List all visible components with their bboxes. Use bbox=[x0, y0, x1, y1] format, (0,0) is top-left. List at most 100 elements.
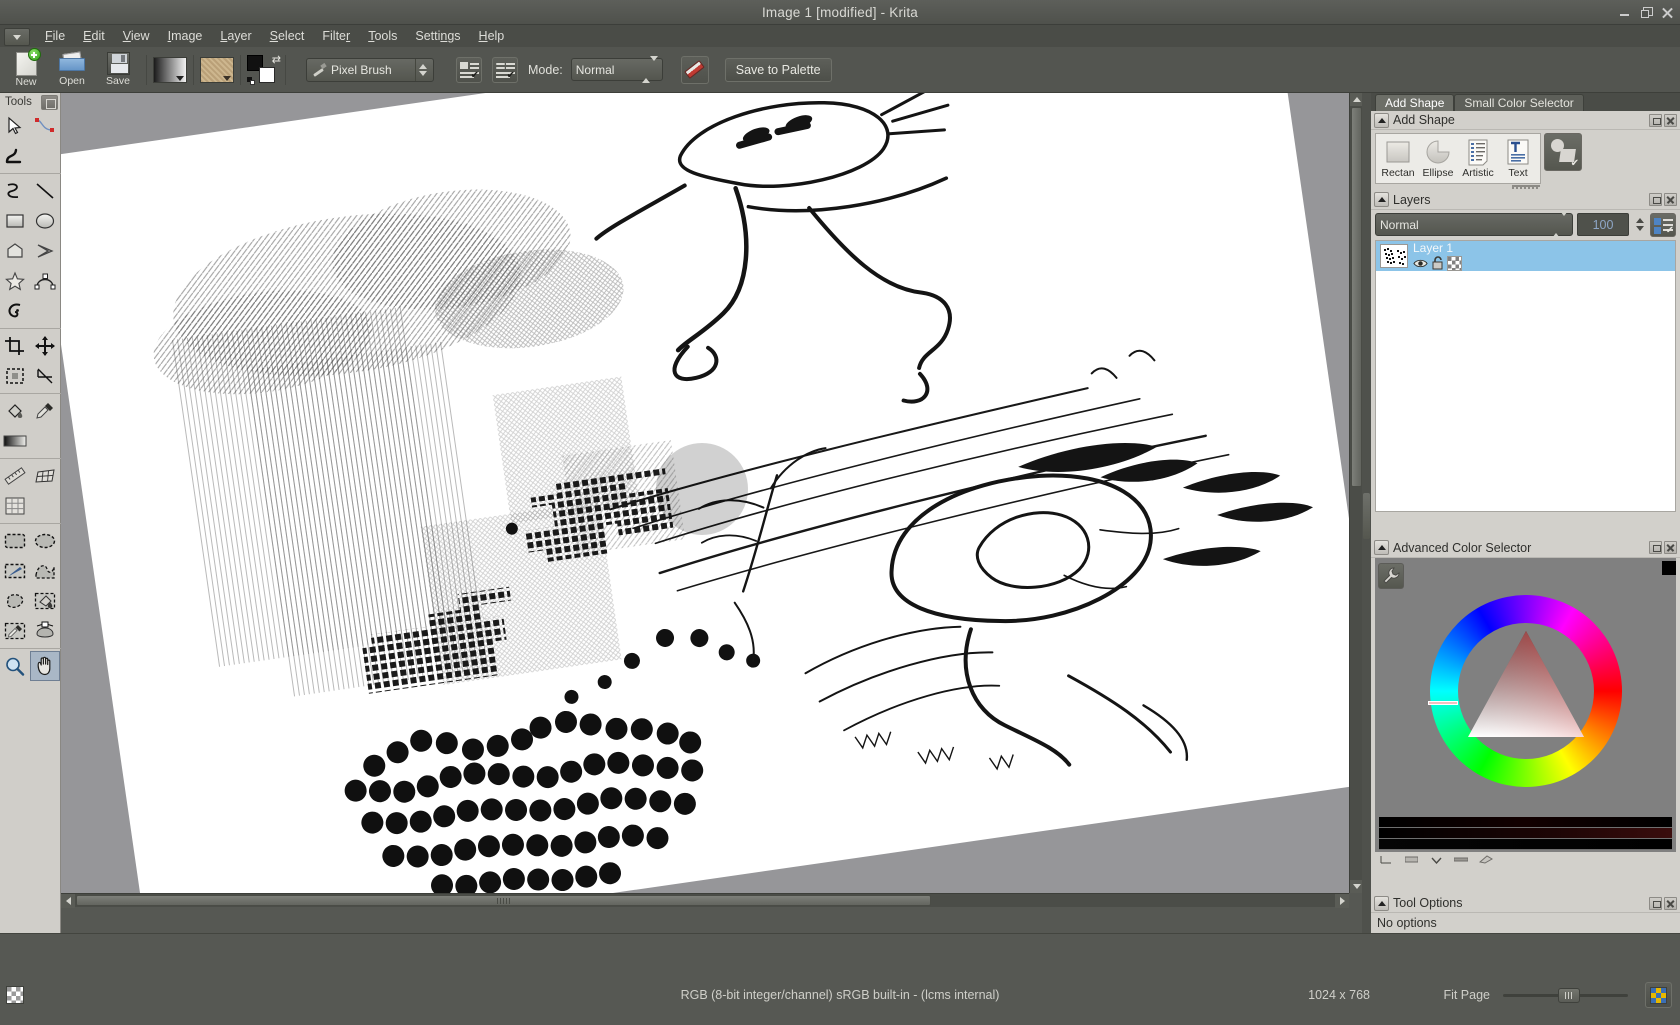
vertical-scroll-thumb[interactable] bbox=[1351, 107, 1362, 487]
tool-select-ellipse[interactable] bbox=[30, 526, 60, 556]
menu-item-image[interactable]: Image bbox=[159, 27, 212, 45]
zoom-level-label[interactable]: Fit Page bbox=[1443, 988, 1490, 1002]
tool-calligraphy[interactable] bbox=[0, 141, 30, 171]
toolbox-grip-icon[interactable] bbox=[41, 94, 58, 110]
open-document-button[interactable]: Open bbox=[50, 48, 94, 92]
dock-splitter[interactable] bbox=[1362, 93, 1371, 933]
menu-item-view[interactable]: View bbox=[114, 27, 159, 45]
tool-edit-shapes[interactable] bbox=[30, 111, 60, 141]
pattern-swatch-button[interactable] bbox=[200, 56, 234, 83]
layer-row[interactable]: Layer 1 bbox=[1376, 240, 1675, 271]
horizontal-scroll-thumb[interactable] bbox=[76, 895, 931, 906]
tool-select-polygon[interactable] bbox=[30, 556, 60, 586]
collapse-icon[interactable] bbox=[1374, 895, 1389, 911]
tool-zoom[interactable] bbox=[0, 651, 30, 681]
shade-bar[interactable] bbox=[1379, 827, 1672, 839]
menu-item-settings[interactable]: Settings bbox=[406, 27, 469, 45]
history-icon[interactable] bbox=[1378, 854, 1394, 866]
tool-freehand-path[interactable] bbox=[0, 176, 30, 206]
acs-settings-button[interactable] bbox=[1378, 562, 1404, 589]
lock-icon[interactable] bbox=[1431, 256, 1444, 270]
shapes-resize-grip[interactable] bbox=[1371, 184, 1680, 191]
tool-rectangle[interactable] bbox=[0, 206, 30, 236]
tool-select-outline[interactable] bbox=[0, 586, 30, 616]
background-color-swatch[interactable] bbox=[259, 66, 275, 83]
tool-ellipse[interactable] bbox=[30, 206, 60, 236]
tool-shape-select[interactable] bbox=[0, 111, 30, 141]
tool-measure-angle[interactable] bbox=[30, 361, 60, 391]
tool-color-picker[interactable] bbox=[30, 396, 60, 426]
close-dock-icon[interactable] bbox=[1664, 541, 1677, 555]
menu-item-filter[interactable]: Filter bbox=[313, 27, 359, 45]
close-icon[interactable] bbox=[1661, 6, 1674, 19]
shape-ellipse[interactable]: Ellipse bbox=[1418, 136, 1458, 181]
layer-properties-button[interactable]: ✔ bbox=[1650, 212, 1676, 237]
alpha-lock-icon[interactable] bbox=[1447, 255, 1462, 271]
reset-colors-icon[interactable] bbox=[247, 76, 256, 86]
tool-crop[interactable] bbox=[0, 331, 30, 361]
shape-text[interactable]: Text bbox=[1498, 136, 1538, 181]
float-dock-icon[interactable] bbox=[1649, 541, 1662, 555]
layer-blending-spinner[interactable] bbox=[1552, 210, 1568, 238]
hue-marker[interactable] bbox=[1427, 700, 1458, 705]
canvas-viewport[interactable] bbox=[61, 93, 1349, 893]
tool-line[interactable] bbox=[30, 176, 60, 206]
tool-select-magnetic[interactable] bbox=[30, 586, 60, 616]
tool-gradient[interactable] bbox=[0, 426, 30, 456]
tool-select-bezier[interactable] bbox=[30, 616, 60, 646]
eye-icon[interactable] bbox=[1413, 258, 1428, 269]
tool-perspective-grid[interactable] bbox=[30, 461, 60, 491]
close-dock-icon[interactable] bbox=[1664, 113, 1677, 127]
zoom-slider[interactable] bbox=[1503, 987, 1628, 1003]
collapse-icon[interactable] bbox=[1374, 112, 1389, 128]
new-document-button[interactable]: New bbox=[4, 47, 48, 92]
save-to-palette-button[interactable]: Save to Palette bbox=[724, 57, 832, 82]
menu-item-layer[interactable]: Layer bbox=[211, 27, 260, 45]
shape-rectangle[interactable]: Rectan bbox=[1378, 136, 1418, 181]
collapse-icon[interactable] bbox=[1374, 540, 1389, 556]
menu-corner-button[interactable] bbox=[4, 28, 30, 46]
scroll-right-arrow-icon[interactable] bbox=[1335, 894, 1349, 908]
tool-dynamic-brush[interactable] bbox=[0, 296, 30, 326]
splitter-handle[interactable] bbox=[1363, 493, 1370, 539]
saturation-value-triangle[interactable] bbox=[1464, 629, 1588, 753]
layer-opacity-spinner[interactable] bbox=[1633, 213, 1646, 236]
tool-polygon[interactable] bbox=[0, 236, 30, 266]
brush-preset-combobox[interactable]: Pixel Brush bbox=[306, 57, 434, 82]
tool-select-brush[interactable] bbox=[0, 556, 30, 586]
shade-bars[interactable] bbox=[1379, 816, 1672, 852]
shade-bar[interactable] bbox=[1379, 816, 1672, 828]
eraser-small-icon[interactable] bbox=[1478, 854, 1494, 866]
menu-item-tools[interactable]: Tools bbox=[359, 27, 406, 45]
common-colors-icon[interactable] bbox=[1403, 854, 1419, 866]
tool-grid[interactable] bbox=[0, 491, 30, 521]
blending-mode-combobox[interactable]: Normal bbox=[570, 55, 663, 83]
layer-opacity-value[interactable]: 100 bbox=[1577, 213, 1629, 237]
canvas-overview-button[interactable] bbox=[1645, 982, 1672, 1008]
tab-add-shape[interactable]: Add Shape bbox=[1375, 94, 1455, 111]
minimize-icon[interactable] bbox=[1619, 6, 1631, 18]
collapse-icon[interactable] bbox=[1374, 192, 1389, 208]
shade-bar[interactable] bbox=[1379, 838, 1672, 850]
eraser-toggle-button[interactable] bbox=[680, 55, 709, 84]
tool-bezier-curve[interactable] bbox=[30, 266, 60, 296]
tool-polyline[interactable] bbox=[30, 236, 60, 266]
blending-mode-spinner[interactable] bbox=[641, 55, 658, 83]
canvas-horizontal-scrollbar[interactable] bbox=[61, 893, 1349, 908]
tool-fill[interactable] bbox=[0, 396, 30, 426]
swap-colors-icon[interactable]: ⇄ bbox=[272, 53, 281, 66]
float-dock-icon[interactable] bbox=[1649, 193, 1662, 207]
save-document-button[interactable]: Save bbox=[96, 48, 140, 92]
menu-item-edit[interactable]: Edit bbox=[74, 27, 114, 45]
tool-move[interactable] bbox=[30, 331, 60, 361]
tool-measure[interactable] bbox=[0, 461, 30, 491]
menu-item-help[interactable]: Help bbox=[470, 27, 514, 45]
swatch-row-icon[interactable] bbox=[1453, 854, 1469, 866]
tool-select-rectangle[interactable] bbox=[0, 526, 30, 556]
tool-star[interactable] bbox=[0, 266, 30, 296]
tool-pan[interactable] bbox=[30, 651, 60, 681]
shape-artistic-text[interactable]: Artistic bbox=[1458, 136, 1498, 181]
brush-preset-editor-button[interactable]: ✔ bbox=[456, 56, 482, 83]
menu-item-file[interactable]: File bbox=[36, 27, 74, 45]
more-shapes-button[interactable]: ✔ bbox=[1544, 133, 1582, 171]
